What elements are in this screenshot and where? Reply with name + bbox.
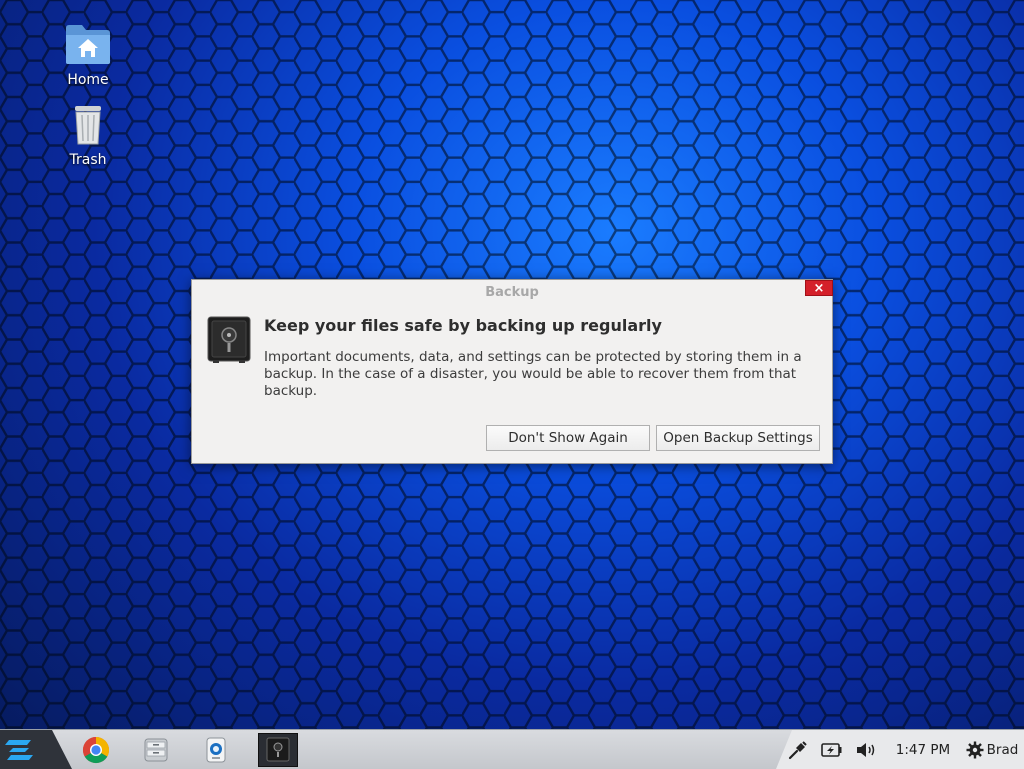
tray-network[interactable] — [784, 730, 812, 769]
tray-user-menu[interactable]: Brad — [962, 730, 1022, 769]
software-icon — [206, 737, 226, 763]
dialog-heading: Keep your files safe by backing up regul… — [264, 316, 662, 335]
trash-icon — [75, 106, 101, 145]
file-manager-icon — [144, 738, 168, 762]
desktop-icon-label: Home — [67, 72, 109, 88]
tray-volume[interactable] — [852, 730, 880, 769]
taskbar-launcher-chrome[interactable] — [78, 733, 114, 767]
dialog-message: Important documents, data, and settings … — [264, 349, 802, 399]
dont-show-again-button[interactable]: Don't Show Again — [486, 425, 650, 451]
desktop-icon-home[interactable]: Home — [48, 22, 128, 88]
safe-icon — [207, 316, 251, 363]
taskbar-launcher-backup[interactable] — [258, 733, 298, 767]
gear-icon — [966, 741, 984, 758]
taskbar: 1:47 PM Brad — [0, 729, 1024, 769]
chrome-icon — [82, 736, 110, 764]
user-name: Brad — [986, 741, 1019, 758]
desktop-icon-trash[interactable]: Trash — [48, 104, 128, 168]
close-icon: × — [813, 281, 825, 296]
home-folder-icon — [66, 25, 110, 64]
taskbar-launcher-software[interactable] — [198, 733, 234, 767]
taskbar-launcher-files[interactable] — [138, 733, 174, 767]
volume-icon — [857, 742, 875, 757]
battery-charging-icon — [821, 742, 842, 757]
clock-time: 1:47 PM — [895, 741, 951, 758]
tray-battery[interactable] — [818, 730, 846, 769]
zorin-logo-icon — [5, 740, 33, 760]
desktop-icon-label: Trash — [69, 152, 107, 168]
dialog-titlebar[interactable]: Backup × — [192, 280, 833, 306]
backup-dialog: Backup × Keep your files safe by backing… — [191, 279, 833, 464]
close-button[interactable]: × — [805, 280, 833, 296]
dialog-title: Backup — [485, 285, 539, 300]
tray-clock[interactable]: 1:47 PM — [890, 730, 956, 769]
network-wired-icon — [788, 740, 807, 759]
backup-safe-icon — [266, 737, 290, 762]
start-menu-button[interactable] — [0, 730, 72, 769]
open-backup-settings-button[interactable]: Open Backup Settings — [656, 425, 820, 451]
